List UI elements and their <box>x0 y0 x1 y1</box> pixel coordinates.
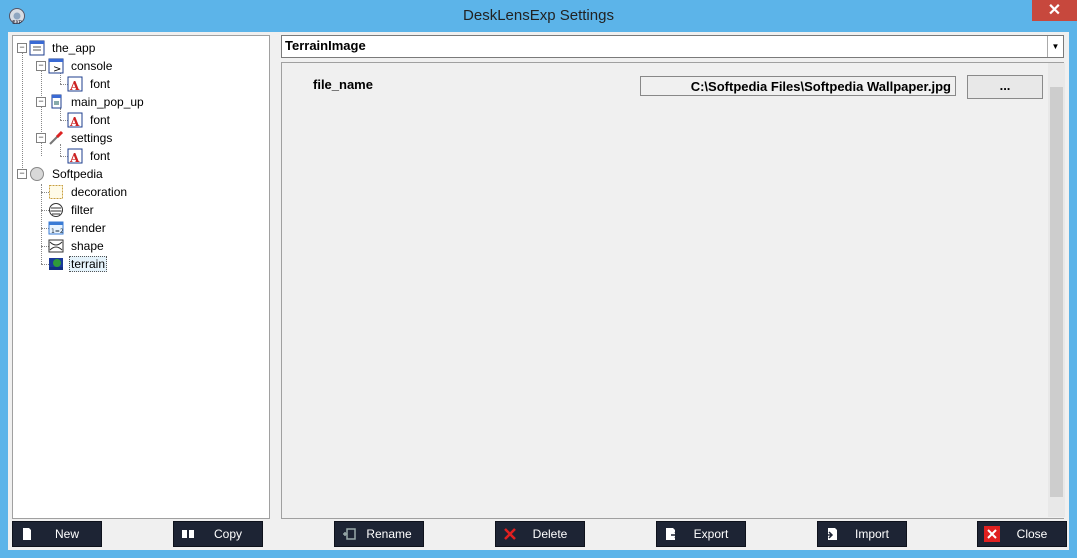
font-icon: A <box>67 112 83 129</box>
circle-icon <box>29 166 45 182</box>
svg-text:1=2: 1=2 <box>51 228 64 235</box>
export-button-label: Export <box>693 527 729 541</box>
tree-node-label: main_pop_up <box>71 95 144 109</box>
window-frame: EXP DeskLensExp Settings ✕ − − − − − the… <box>0 0 1077 558</box>
tree-node-label: font <box>90 77 111 91</box>
section-selector[interactable]: TerrainImage ▼ <box>281 35 1064 58</box>
decoration-icon <box>48 184 64 200</box>
tree-node-label: settings <box>71 131 113 145</box>
close-icon <box>984 526 1000 542</box>
title-bar: EXP DeskLensExp Settings ✕ <box>0 0 1077 32</box>
tree-node-font[interactable]: A font <box>67 75 112 93</box>
window-icon <box>29 40 45 56</box>
browse-button[interactable]: ... <box>967 75 1043 99</box>
terrain-icon <box>48 256 64 272</box>
tree-node-label: console <box>71 59 113 73</box>
tree-node-font[interactable]: A font <box>67 111 112 129</box>
scrollbar-thumb[interactable] <box>1050 87 1063 497</box>
tree-node-main-pop-up[interactable]: main_pop_up <box>48 93 146 111</box>
tree-toggle[interactable]: − <box>17 169 27 179</box>
new-button-label: New <box>54 527 79 541</box>
popup-icon <box>48 94 64 110</box>
delete-button[interactable]: Delete <box>495 521 585 547</box>
tree-toggle[interactable]: − <box>36 97 46 107</box>
tree-node-label: render <box>71 221 106 235</box>
render-icon: 1=2 <box>48 220 64 236</box>
chevron-down-icon[interactable]: ▼ <box>1047 36 1063 57</box>
export-icon <box>663 526 680 542</box>
new-document-icon <box>19 526 35 542</box>
tree-node-decoration[interactable]: decoration <box>48 183 129 201</box>
tree-node-filter[interactable]: filter <box>48 201 96 219</box>
properties-panel: file_name C:\Softpedia Files\Softpedia W… <box>281 62 1064 519</box>
tree-node-label: font <box>90 149 111 163</box>
tree-node-font[interactable]: A font <box>67 147 112 165</box>
window-title: DeskLensExp Settings <box>463 7 614 24</box>
export-button[interactable]: Export <box>656 521 746 547</box>
tree-toggle[interactable]: − <box>36 61 46 71</box>
tree-node-settings[interactable]: settings <box>48 129 114 147</box>
tree-node-label: font <box>90 113 111 127</box>
button-bar: New Copy Rename Delete Export Import Clo… <box>8 520 1069 550</box>
shape-icon <box>48 238 64 254</box>
rename-icon <box>341 526 357 542</box>
dialog-body: − − − − − the_app > console A font main_… <box>8 32 1069 550</box>
file-name-field[interactable]: C:\Softpedia Files\Softpedia Wallpaper.j… <box>640 76 956 96</box>
copy-button-label: Copy <box>213 527 242 541</box>
console-icon: > <box>48 58 64 75</box>
tree-toggle[interactable]: − <box>36 133 46 143</box>
tree-node-softpedia[interactable]: Softpedia <box>29 165 105 183</box>
settings-tree[interactable]: − − − − − the_app > console A font main_… <box>12 35 270 519</box>
delete-icon <box>502 526 518 542</box>
settings-icon <box>48 130 64 146</box>
filter-icon <box>48 202 64 218</box>
section-selector-value: TerrainImage <box>285 38 366 53</box>
tree-node-terrain[interactable]: terrain <box>48 255 108 273</box>
close-button-label: Close <box>1016 527 1048 541</box>
copy-button[interactable]: Copy <box>173 521 263 547</box>
tree-node-label: Softpedia <box>52 167 103 181</box>
import-icon <box>824 526 840 542</box>
font-icon: A <box>67 148 83 165</box>
tree-node-label: the_app <box>52 41 96 55</box>
close-button[interactable]: Close <box>977 521 1067 547</box>
tree-toggle[interactable]: − <box>17 43 27 53</box>
font-icon: A <box>67 76 83 93</box>
tree-node-label: terrain <box>69 256 108 272</box>
new-button[interactable]: New <box>12 521 102 547</box>
tree-node-the-app[interactable]: the_app <box>29 39 97 57</box>
import-button[interactable]: Import <box>817 521 907 547</box>
svg-text:A: A <box>69 79 80 92</box>
rename-button[interactable]: Rename <box>334 521 424 547</box>
svg-text:A: A <box>69 151 80 164</box>
delete-button-label: Delete <box>532 527 568 541</box>
tree-node-label: filter <box>71 203 94 217</box>
properties-scrollbar[interactable] <box>1048 63 1065 517</box>
copy-icon <box>180 526 196 542</box>
tree-node-shape[interactable]: shape <box>48 237 106 255</box>
svg-text:>: > <box>53 64 61 74</box>
svg-text:A: A <box>69 115 80 128</box>
window-close-button[interactable]: ✕ <box>1032 0 1077 21</box>
import-button-label: Import <box>854 527 889 541</box>
tree-node-label: shape <box>71 239 104 253</box>
tree-node-label: decoration <box>71 185 128 199</box>
file-name-label: file_name <box>313 77 373 92</box>
rename-button-label: Rename <box>366 527 412 541</box>
tree-node-console[interactable]: > console <box>48 57 114 75</box>
tree-node-render[interactable]: 1=2 render <box>48 219 108 237</box>
